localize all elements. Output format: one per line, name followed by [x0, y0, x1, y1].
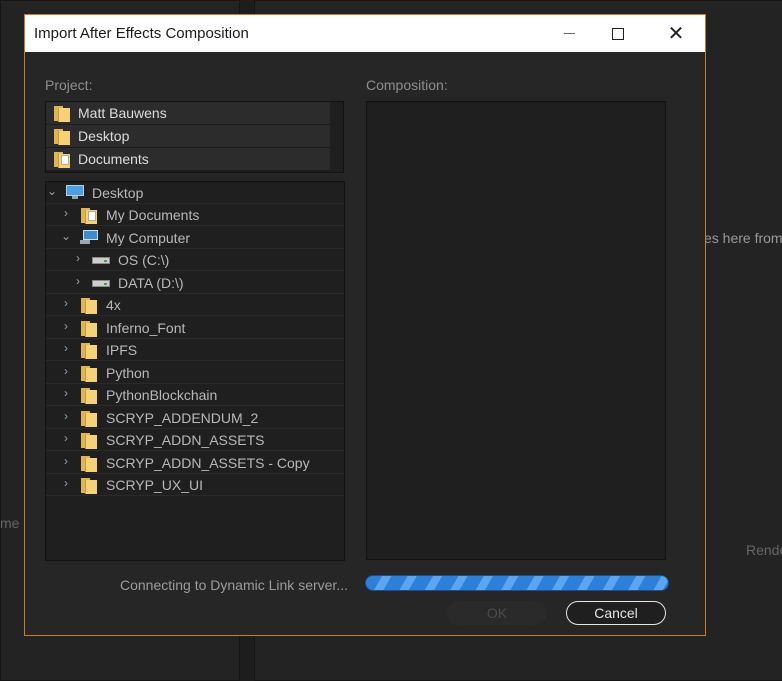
folder-icon	[81, 320, 97, 337]
minimize-button[interactable]	[546, 15, 592, 52]
documents-folder-icon	[54, 151, 70, 168]
drive-icon	[92, 275, 110, 289]
tree-row-label: Desktop	[92, 185, 144, 201]
recent-item-label: Matt Bauwens	[78, 105, 167, 121]
tree-row-my-computer[interactable]: ⌄ My Computer	[46, 227, 344, 249]
composition-label: Composition:	[366, 77, 448, 93]
drive-icon	[92, 252, 110, 266]
folder-icon	[81, 342, 97, 359]
tree-row-label: OS (C:\)	[118, 252, 170, 268]
tree-row-label: Inferno_Font	[106, 320, 186, 336]
chevron-right-icon[interactable]: ›	[60, 206, 72, 220]
chevron-right-icon[interactable]: ›	[60, 431, 72, 445]
desktop-icon	[66, 185, 84, 200]
chevron-right-icon[interactable]: ›	[72, 274, 84, 288]
progress-bar	[365, 575, 669, 591]
project-label: Project:	[45, 77, 93, 93]
folder-icon	[54, 105, 70, 122]
chevron-right-icon[interactable]: ›	[60, 476, 72, 490]
tree-row-label: My Documents	[106, 207, 200, 223]
maximize-button[interactable]	[595, 15, 641, 52]
folder-icon	[81, 365, 97, 382]
chevron-right-icon[interactable]: ›	[60, 386, 72, 400]
background-render-label: Rende	[746, 542, 782, 558]
tree-row-label: 4x	[106, 297, 121, 313]
tree-row-folder[interactable]: › SCRYP_ADDN_ASSETS	[46, 429, 344, 451]
tree-row-my-documents[interactable]: › My Documents	[46, 204, 344, 226]
computer-icon	[80, 230, 98, 245]
tree-row-label: Python	[106, 365, 150, 381]
folder-icon	[81, 477, 97, 494]
folder-icon	[81, 432, 97, 449]
chevron-right-icon[interactable]: ›	[72, 251, 84, 265]
tree-row-folder[interactable]: › PythonBlockchain	[46, 384, 344, 406]
tree-row-folder[interactable]: › 4x	[46, 294, 344, 316]
chevron-right-icon[interactable]: ›	[60, 454, 72, 468]
background-panel-text: es here from	[704, 230, 782, 246]
tree-row-label: SCRYP_ADDN_ASSETS	[106, 432, 265, 448]
chevron-right-icon[interactable]: ›	[60, 409, 72, 423]
tree-row-folder[interactable]: › SCRYP_ADDN_ASSETS - Copy	[46, 452, 344, 474]
tree-row-desktop[interactable]: ⌄ Desktop	[46, 182, 344, 204]
chevron-right-icon[interactable]: ›	[60, 341, 72, 355]
tree-row-data-drive[interactable]: › DATA (D:\)	[46, 272, 344, 294]
recent-locations-list[interactable]: Matt Bauwens Desktop Documents	[45, 101, 344, 173]
tree-row-label: DATA (D:\)	[118, 275, 184, 291]
recent-item-label: Desktop	[78, 128, 130, 144]
import-composition-dialog: Import After Effects Composition ✕ Proje…	[24, 14, 706, 636]
dialog-titlebar[interactable]: Import After Effects Composition ✕	[25, 15, 705, 52]
tree-row-os-drive[interactable]: › OS (C:\)	[46, 249, 344, 271]
folder-tree[interactable]: ⌄ Desktop › My Documents ⌄ My Computer ›…	[45, 181, 345, 561]
dialog-title: Import After Effects Composition	[34, 25, 249, 42]
tree-row-label: SCRYP_UX_UI	[106, 477, 204, 493]
folder-icon	[81, 387, 97, 404]
documents-folder-icon	[81, 207, 97, 224]
chevron-right-icon[interactable]: ›	[60, 296, 72, 310]
chevron-down-icon[interactable]: ⌄	[46, 184, 58, 198]
close-button[interactable]: ✕	[653, 15, 699, 52]
recent-item[interactable]: Matt Bauwens	[46, 102, 330, 125]
folder-icon	[81, 455, 97, 472]
minimize-icon	[563, 33, 575, 34]
cancel-button[interactable]: Cancel	[566, 601, 666, 625]
tree-row-label: My Computer	[106, 230, 191, 246]
folder-icon	[81, 410, 97, 427]
tree-row-folder[interactable]: › Python	[46, 362, 344, 384]
tree-row-folder[interactable]: › SCRYP_UX_UI	[46, 474, 344, 496]
tree-row-folder[interactable]: › IPFS	[46, 339, 344, 361]
chevron-right-icon[interactable]: ›	[60, 364, 72, 378]
folder-icon	[81, 297, 97, 314]
composition-list[interactable]	[366, 101, 666, 560]
recent-item-label: Documents	[78, 151, 149, 167]
background-panel-text-left: me l	[0, 515, 27, 531]
ok-button[interactable]: OK	[447, 601, 547, 625]
maximize-icon	[612, 27, 624, 40]
tree-row-folder[interactable]: › SCRYP_ADDENDUM_2	[46, 407, 344, 429]
recent-item[interactable]: Documents	[46, 148, 330, 171]
tree-row-folder[interactable]: › Inferno_Font	[46, 317, 344, 339]
chevron-down-icon[interactable]: ⌄	[60, 229, 72, 243]
chevron-right-icon[interactable]: ›	[60, 319, 72, 333]
tree-row-label: PythonBlockchain	[106, 387, 218, 403]
tree-row-label: IPFS	[106, 342, 138, 358]
close-icon: ✕	[667, 22, 685, 45]
status-text: Connecting to Dynamic Link server...	[120, 577, 348, 593]
folder-icon	[54, 128, 70, 145]
tree-row-label: SCRYP_ADDENDUM_2	[106, 410, 259, 426]
tree-row-label: SCRYP_ADDN_ASSETS - Copy	[106, 455, 310, 471]
recent-item[interactable]: Desktop	[46, 125, 330, 148]
